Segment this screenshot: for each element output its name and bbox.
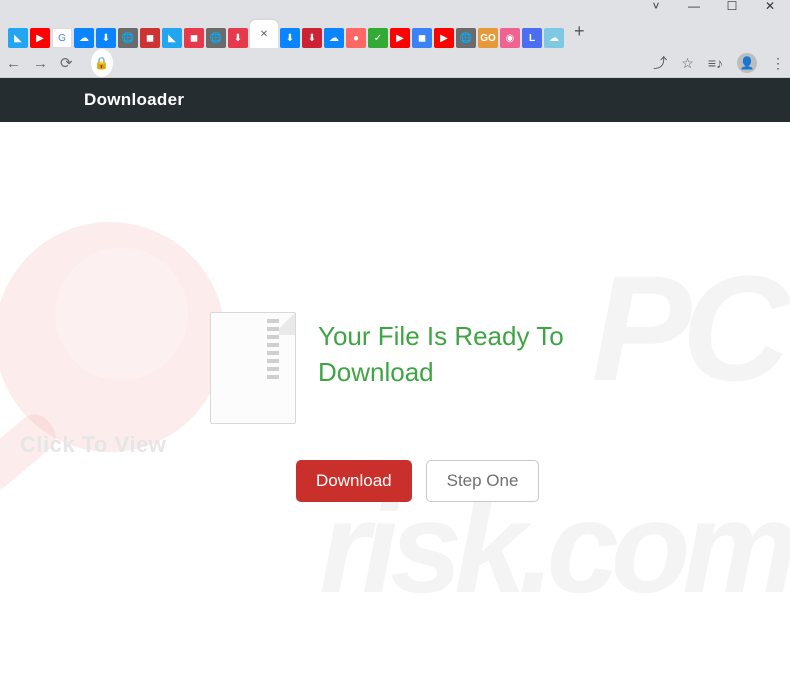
- browser-tab[interactable]: ◉: [500, 28, 520, 48]
- file-zip-icon: [210, 312, 296, 424]
- site-header: Downloader: [0, 78, 790, 122]
- bookmark-star-icon[interactable]: ☆: [681, 55, 694, 72]
- reload-button[interactable]: ⟳: [60, 54, 73, 72]
- browser-tab[interactable]: ⬇: [280, 28, 300, 48]
- browser-tab[interactable]: L: [522, 28, 542, 48]
- back-button[interactable]: ←: [6, 55, 21, 72]
- browser-tab[interactable]: 🌐: [456, 28, 476, 48]
- browser-tab[interactable]: ▶: [390, 28, 410, 48]
- browser-tab[interactable]: ▶: [30, 28, 50, 48]
- browser-tab[interactable]: ☁: [324, 28, 344, 48]
- profile-avatar[interactable]: 👤: [737, 53, 757, 73]
- window-controls: ˅ — ☐ ✕: [0, 0, 790, 14]
- new-tab-button[interactable]: +: [574, 21, 585, 42]
- share-icon[interactable]: ⤴: [653, 53, 667, 73]
- site-title: Downloader: [84, 90, 184, 110]
- browser-tab[interactable]: 🌐: [206, 28, 226, 48]
- browser-tab[interactable]: ☁: [544, 28, 564, 48]
- browser-tab[interactable]: ☁: [74, 28, 94, 48]
- window-minimize-button[interactable]: —: [676, 0, 712, 12]
- window-close-button[interactable]: ✕: [752, 0, 788, 12]
- address-bar-lock[interactable]: 🔒: [91, 49, 113, 77]
- toolbar-right: ⤴ ☆ ≡♪ 👤 ⋮: [653, 53, 784, 73]
- browser-tab[interactable]: ▶: [434, 28, 454, 48]
- browser-chrome: ˅ — ☐ ✕ ◣ ▶ G ☁ ⬇ 🌐 ◼ ◣ ◼ 🌐 ⬇ ✕ ⬇ ⬇ ☁ ● …: [0, 0, 790, 78]
- browser-tab[interactable]: ◣: [162, 28, 182, 48]
- browser-tab[interactable]: ⬇: [228, 28, 248, 48]
- zip-teeth-icon: [267, 319, 279, 379]
- browser-tab[interactable]: ◼: [412, 28, 432, 48]
- browser-tab[interactable]: ⬇: [302, 28, 322, 48]
- tab-strip: ◣ ▶ G ☁ ⬇ 🌐 ◼ ◣ ◼ 🌐 ⬇ ✕ ⬇ ⬇ ☁ ● ✓ ▶ ◼ ▶ …: [0, 14, 790, 48]
- reading-list-icon[interactable]: ≡♪: [708, 55, 723, 71]
- headline-text: Your File Is Ready To Download: [318, 318, 638, 391]
- window-maximize-button[interactable]: ☐: [714, 0, 750, 12]
- step-one-button[interactable]: Step One: [426, 460, 540, 502]
- browser-tab[interactable]: GO: [478, 28, 498, 48]
- watermark-text: Click To View: [20, 432, 166, 458]
- page-content: Click To View PC risk.com Your File Is R…: [0, 122, 790, 678]
- browser-tab[interactable]: ⬇: [96, 28, 116, 48]
- browser-tab[interactable]: ◼: [140, 28, 160, 48]
- page-viewport: Downloader Click To View PC risk.com You…: [0, 78, 790, 678]
- browser-tab[interactable]: ●: [346, 28, 366, 48]
- browser-tab-active[interactable]: ✕: [250, 20, 278, 48]
- browser-tab[interactable]: ✓: [368, 28, 388, 48]
- browser-tab[interactable]: ◣: [8, 28, 28, 48]
- browser-tab[interactable]: G: [52, 28, 72, 48]
- browser-tab[interactable]: ◼: [184, 28, 204, 48]
- forward-button[interactable]: →: [33, 55, 48, 72]
- browser-tab[interactable]: 🌐: [118, 28, 138, 48]
- lock-icon: 🔒: [94, 56, 109, 70]
- button-row: Download Step One: [296, 460, 539, 502]
- download-button[interactable]: Download: [296, 460, 412, 502]
- toolbar: ← → ⟳ 🔒 ⤴ ☆ ≡♪ 👤 ⋮: [0, 48, 790, 78]
- menu-dots-icon[interactable]: ⋮: [771, 55, 784, 72]
- window-chevron-icon[interactable]: ˅: [638, 0, 674, 12]
